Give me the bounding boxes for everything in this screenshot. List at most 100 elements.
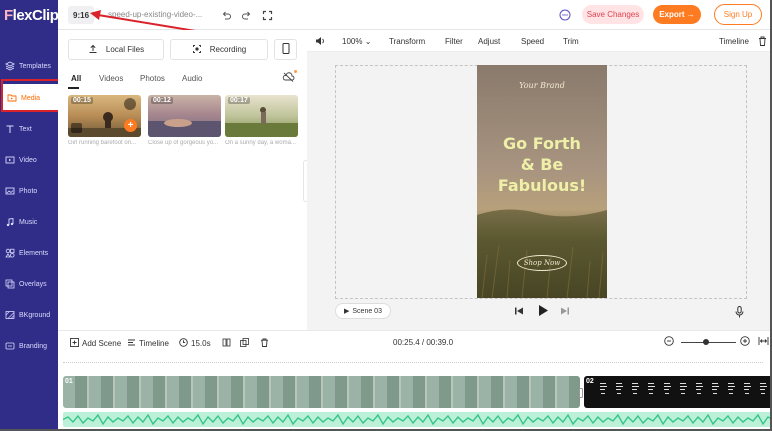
phone-upload-button[interactable]: [274, 39, 297, 60]
tab-photos[interactable]: Photos: [140, 74, 165, 83]
next-icon[interactable]: [560, 306, 570, 319]
add-scene-button[interactable]: Add Scene: [70, 338, 121, 349]
nav-item-overlays[interactable]: Overlays: [0, 270, 58, 298]
top-bar: 9:16 speed-up-existing-video-... Save Ch…: [58, 0, 772, 30]
headline-line: Go Forth: [503, 134, 581, 153]
nav-label: Photo: [19, 187, 38, 195]
tab-videos[interactable]: Videos: [99, 74, 123, 83]
media-thumb[interactable]: 00:17: [225, 95, 298, 137]
text-clip-track[interactable]: 02: [584, 376, 772, 408]
audio-track[interactable]: [63, 412, 772, 427]
microphone-icon[interactable]: [735, 306, 744, 321]
branding-icon: [4, 341, 15, 352]
cloud-off-icon[interactable]: [282, 72, 295, 84]
headline-text[interactable]: Go Forth & Be Fabulous!: [477, 133, 607, 196]
nav-label: Video: [19, 156, 37, 164]
nav-label: Branding: [19, 342, 48, 350]
nav-item-templates[interactable]: Templates: [0, 52, 58, 80]
phone-icon: [282, 43, 290, 56]
scene-selector[interactable]: ▶ Scene 03: [335, 303, 391, 319]
delete-scene-icon[interactable]: [260, 338, 269, 347]
project-title[interactable]: speed-up-existing-video-...: [108, 10, 208, 19]
zoom-in-icon[interactable]: [740, 336, 750, 348]
fullscreen-icon[interactable]: [261, 9, 273, 21]
adjust-button[interactable]: Adjust: [478, 37, 500, 46]
time-display: 00:25.4 / 00:39.0: [393, 338, 454, 347]
aspect-ratio-button[interactable]: 9:16: [68, 6, 95, 24]
nav-item-branding[interactable]: Branding: [0, 332, 58, 360]
nav-item-photo[interactable]: Photo: [0, 177, 58, 205]
zoom-select[interactable]: 100% ⌄: [342, 37, 371, 46]
nav-item-bkground[interactable]: BKground: [0, 301, 58, 329]
scene-label: Scene 03: [352, 307, 382, 315]
nav-item-elements[interactable]: Elements: [0, 239, 58, 267]
audio-waveform: [63, 413, 772, 426]
app-logo[interactable]: FlexClip: [4, 7, 59, 24]
zoom-slider-handle[interactable]: [703, 339, 709, 345]
media-caption: On a sunny day, a woma...: [225, 140, 296, 146]
shop-now-button[interactable]: Shop Now: [517, 255, 567, 271]
timeline-button[interactable]: Timeline: [127, 338, 169, 349]
zoom-out-icon[interactable]: [664, 336, 674, 348]
zoom-value: 100%: [342, 37, 363, 46]
clock-icon: [179, 338, 188, 349]
upload-icon: [88, 44, 98, 56]
text-icon: [4, 124, 15, 135]
nav-label: Templates: [19, 62, 51, 70]
tab-all[interactable]: All: [71, 74, 81, 83]
speed-button[interactable]: Speed: [521, 37, 544, 46]
media-tabs: All Videos Photos Audio: [58, 70, 307, 89]
video-preview[interactable]: Your Brand Go Forth & Be Fabulous! Shop …: [477, 65, 607, 298]
sign-up-button[interactable]: Sign Up: [714, 4, 762, 25]
headline-line: & Be: [520, 155, 564, 174]
nav-item-video[interactable]: Video: [0, 146, 58, 174]
nav-label: Overlays: [19, 280, 47, 288]
transition-handle[interactable]: [579, 388, 583, 398]
layers-icon: [4, 61, 15, 72]
fit-width-icon[interactable]: [758, 336, 769, 348]
undo-icon[interactable]: [220, 9, 232, 21]
nav-label: BKground: [19, 311, 51, 319]
nav-item-text[interactable]: Text: [0, 115, 58, 143]
edit-toolbar: 100% ⌄ Transform Filter Adjust Speed Tri…: [307, 30, 772, 52]
active-tab-indicator: [68, 87, 79, 89]
annotation-highlight-box: [1, 79, 60, 112]
trash-icon[interactable]: [124, 98, 136, 110]
media-panel: Local Files Recording All Videos Photos …: [58, 30, 307, 330]
nav-label: Elements: [19, 249, 49, 257]
recording-button[interactable]: Recording: [170, 39, 268, 60]
chat-icon[interactable]: [559, 9, 571, 21]
trim-button[interactable]: Trim: [563, 37, 579, 46]
tab-audio[interactable]: Audio: [182, 74, 202, 83]
brand-text[interactable]: Your Brand: [477, 81, 607, 90]
nav-item-music[interactable]: Music: [0, 208, 58, 236]
recording-label: Recording: [209, 45, 247, 54]
video-icon: [4, 155, 15, 166]
local-files-button[interactable]: Local Files: [68, 39, 164, 60]
record-icon: [192, 44, 202, 56]
play-icon[interactable]: [537, 304, 549, 320]
filter-button[interactable]: Filter: [445, 37, 463, 46]
timeline-toggle[interactable]: Timeline: [719, 37, 749, 46]
duplicate-icon[interactable]: [240, 338, 249, 347]
video-clip-track[interactable]: 01: [63, 376, 580, 408]
duration-badge: 00:17: [228, 97, 250, 104]
export-button[interactable]: Export →: [653, 5, 701, 24]
preview-icon[interactable]: [71, 123, 82, 133]
logo-rest: lexClip: [12, 7, 59, 24]
media-thumb[interactable]: 00:12: [148, 95, 221, 137]
split-icon[interactable]: [222, 338, 231, 347]
redo-icon[interactable]: [240, 9, 252, 21]
duration-badge: 00:15: [71, 97, 93, 104]
previous-icon[interactable]: [514, 306, 524, 319]
duration-button[interactable]: 15.0s: [179, 338, 211, 349]
save-changes-button[interactable]: Save Changes: [582, 5, 644, 24]
transform-button[interactable]: Transform: [389, 37, 425, 46]
volume-icon[interactable]: [315, 36, 326, 48]
preview-canvas-area: Your Brand Go Forth & Be Fabulous! Shop …: [307, 52, 772, 330]
media-thumb[interactable]: 00:15 +: [68, 95, 141, 137]
timeline-ruler: [63, 362, 763, 366]
delete-icon[interactable]: [758, 36, 767, 48]
add-icon[interactable]: +: [124, 119, 137, 132]
timeline-icon: [127, 338, 136, 349]
